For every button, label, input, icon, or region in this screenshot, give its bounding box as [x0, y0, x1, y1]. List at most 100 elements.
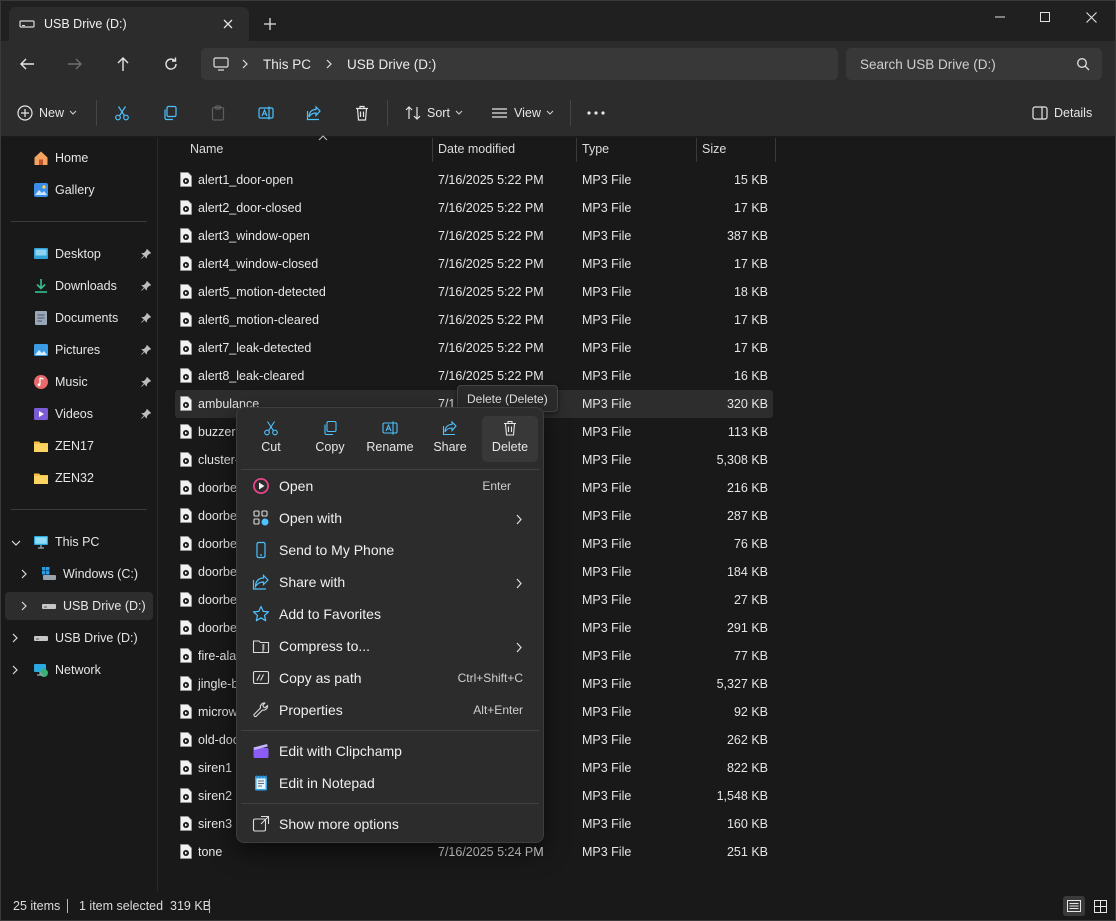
file-row[interactable]: alert7_leak-detected 7/16/2025 5:22 PM MP3…	[175, 334, 773, 362]
menu-item-copy-as-path[interactable]: Copy as path Ctrl+Shift+C	[241, 663, 539, 693]
sidebar-item-desktop[interactable]: Desktop	[1, 240, 157, 268]
column-divider[interactable]	[775, 138, 776, 162]
file-type: MP3 File	[582, 789, 632, 803]
details-label: Details	[1054, 106, 1093, 120]
pin-icon[interactable]	[141, 312, 152, 326]
sidebar-item-gallery[interactable]: Gallery	[1, 176, 157, 204]
pin-icon[interactable]	[141, 408, 152, 422]
chevron-down-icon	[455, 110, 463, 115]
details-button[interactable]: Details	[1032, 100, 1092, 126]
file-row[interactable]: alert2_door-closed 7/16/2025 5:22 PM MP3 F…	[175, 194, 773, 222]
rename-button[interactable]	[258, 100, 280, 126]
tiles-view-icon	[1093, 899, 1107, 913]
more-button[interactable]	[587, 100, 611, 126]
search-input[interactable]: Search USB Drive (D:)	[846, 48, 1102, 80]
back-button[interactable]	[13, 50, 41, 78]
file-row[interactable]: alert3_window-open 7/16/2025 5:22 PM MP3 F…	[175, 222, 773, 250]
details-view-button[interactable]	[1063, 896, 1085, 916]
minimize-button[interactable]	[977, 3, 1023, 31]
view-button[interactable]: View	[491, 100, 554, 126]
sidebar-item-documents[interactable]: Documents	[1, 304, 157, 332]
copy-icon	[164, 105, 177, 121]
chevron-right-icon[interactable]	[11, 632, 19, 646]
share-button[interactable]	[306, 100, 328, 126]
menu-item-edit-in-notepad[interactable]: Edit in Notepad	[241, 768, 539, 798]
menu-item-open-with[interactable]: Open with	[241, 503, 539, 533]
refresh-button[interactable]	[157, 50, 185, 78]
audio-file-icon	[180, 256, 194, 272]
sidebar-item-this-pc[interactable]: This PC	[1, 528, 157, 556]
delete-action[interactable]: Delete	[482, 416, 538, 462]
sidebar-item-zen32[interactable]: ZEN32	[1, 464, 157, 492]
sort-button[interactable]: Sort	[405, 100, 463, 126]
audio-file-icon	[180, 676, 194, 692]
forward-button[interactable]	[61, 50, 89, 78]
sidebar-item-usb-drive[interactable]: USB Drive (D:)	[1, 624, 157, 652]
sidebar-item-pictures[interactable]: Pictures	[1, 336, 157, 364]
rename-action[interactable]: Rename	[362, 416, 418, 462]
share-action[interactable]: Share	[422, 416, 478, 462]
file-row[interactable]: alert5_motion-detected 7/16/2025 5:22 PM M…	[175, 278, 773, 306]
menu-item-properties[interactable]: Properties Alt+Enter	[241, 695, 539, 725]
phone-icon	[252, 541, 270, 559]
menu-item-share-with[interactable]: Share with	[241, 567, 539, 597]
menu-item-compress-to[interactable]: Compress to...	[241, 631, 539, 661]
sidebar-item-zen17[interactable]: ZEN17	[1, 432, 157, 460]
sort-icon	[405, 106, 421, 120]
file-name: fire-ala	[198, 649, 237, 663]
audio-file-icon	[180, 228, 194, 244]
chevron-down-icon[interactable]	[11, 536, 21, 550]
file-row[interactable]: alert6_motion-cleared 7/16/2025 5:22 PM MP…	[175, 306, 773, 334]
sidebar-item-home[interactable]: Home	[1, 144, 157, 172]
sidebar-item-downloads[interactable]: Downloads	[1, 272, 157, 300]
chevron-right-icon[interactable]	[11, 664, 19, 678]
sidebar-item-videos[interactable]: Videos	[1, 400, 157, 428]
menu-item-show-more-options[interactable]: Show more options	[241, 809, 539, 839]
column-header-name[interactable]: Name	[175, 135, 433, 162]
chevron-right-icon[interactable]	[20, 600, 28, 614]
maximize-button[interactable]	[1022, 3, 1068, 31]
pin-icon[interactable]	[141, 376, 152, 390]
pin-icon[interactable]	[141, 280, 152, 294]
menu-item-send-to-phone[interactable]: Send to My Phone	[241, 535, 539, 565]
column-header-date[interactable]: Date modified	[433, 138, 576, 162]
audio-file-icon	[180, 396, 194, 412]
breadcrumb-this-pc[interactable]: This PC	[263, 57, 311, 72]
new-button[interactable]: New	[17, 100, 77, 126]
copy-action[interactable]: Copy	[302, 416, 358, 462]
navigation-pane: Home Gallery Desktop Downloads Documents…	[1, 138, 157, 892]
column-header-size[interactable]: Size	[697, 138, 775, 162]
breadcrumb-usb-drive[interactable]: USB Drive (D:)	[347, 57, 436, 72]
audio-file-icon	[180, 284, 194, 300]
file-type: MP3 File	[582, 425, 632, 439]
new-tab-button[interactable]	[259, 13, 281, 35]
close-tab-icon[interactable]	[219, 15, 237, 33]
paste-button[interactable]	[210, 100, 232, 126]
column-header-type[interactable]: Type	[577, 138, 696, 162]
file-size: 287 KB	[726, 509, 768, 523]
tiles-view-button[interactable]	[1089, 896, 1111, 916]
file-row[interactable]: alert4_window-closed 7/16/2025 5:22 PM MP3…	[175, 250, 773, 278]
chevron-right-icon[interactable]	[20, 568, 28, 582]
chevron-down-icon	[69, 110, 77, 115]
menu-item-add-to-favorites[interactable]: Add to Favorites	[241, 599, 539, 629]
close-window-button[interactable]	[1068, 3, 1114, 31]
sidebar-item-windows-c[interactable]: Windows (C:)	[1, 560, 157, 588]
menu-item-edit-with-clipchamp[interactable]: Edit with Clipchamp	[241, 736, 539, 766]
pin-icon[interactable]	[141, 248, 152, 262]
up-button[interactable]	[109, 50, 137, 78]
address-bar[interactable]: This PC USB Drive (D:)	[201, 48, 838, 80]
tab-usb-drive[interactable]: USB Drive (D:)	[9, 7, 249, 41]
sidebar-item-usb-drive-child[interactable]: USB Drive (D:)	[5, 592, 153, 620]
pin-icon[interactable]	[141, 344, 152, 358]
menu-item-open[interactable]: Open Enter	[241, 471, 539, 501]
file-row[interactable]: alert1_door-open 7/16/2025 5:22 PM MP3 Fil…	[175, 166, 773, 194]
copy-button[interactable]	[162, 100, 184, 126]
cut-action[interactable]: Cut	[243, 416, 299, 462]
cut-button[interactable]	[114, 100, 136, 126]
sidebar-item-music[interactable]: Music	[1, 368, 157, 396]
delete-button[interactable]	[354, 100, 376, 126]
sidebar-item-network[interactable]: Network	[1, 656, 157, 684]
video-icon	[33, 406, 49, 422]
pictures-icon	[33, 342, 49, 358]
